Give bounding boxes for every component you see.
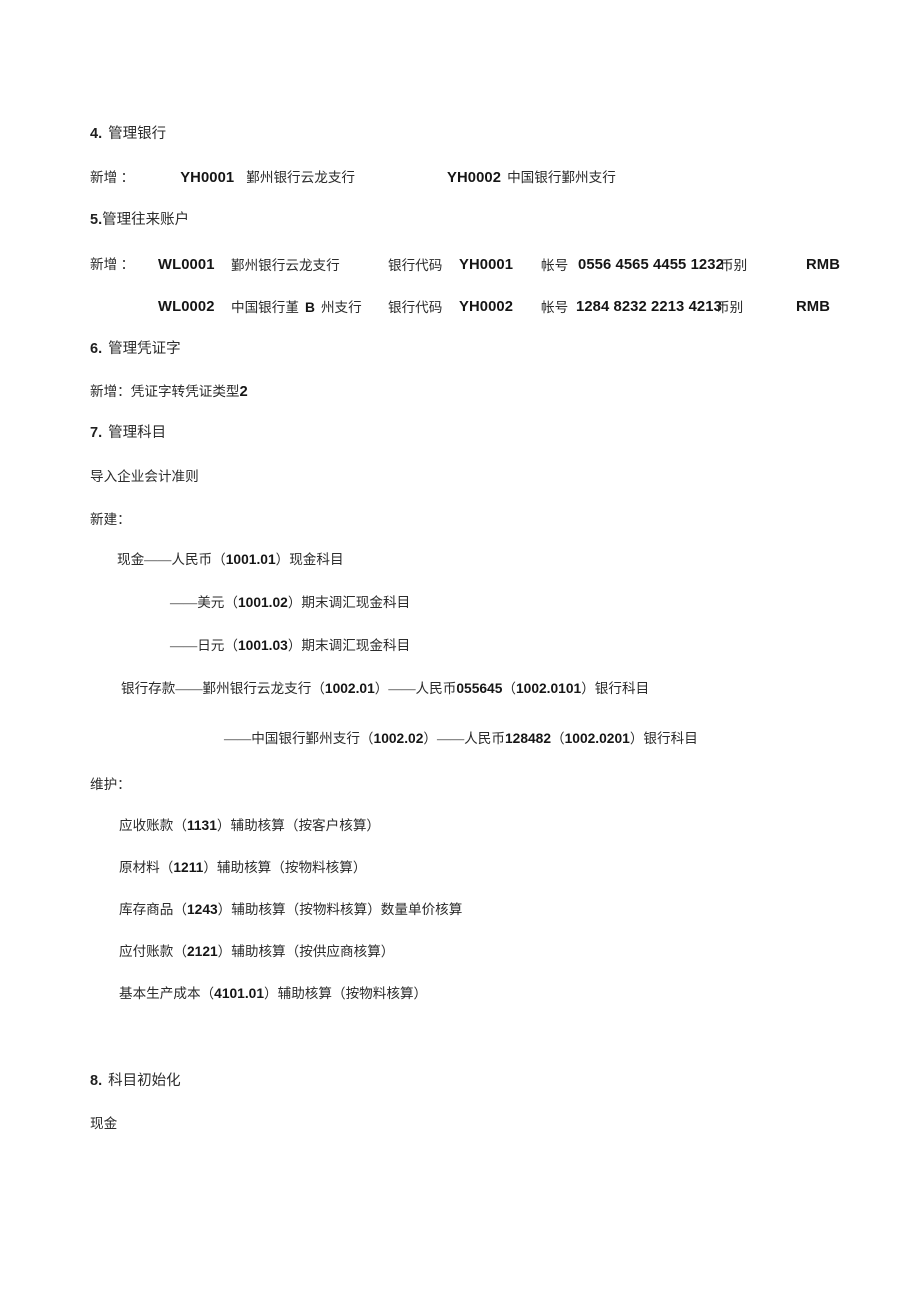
maintain-item: 库存商品（1243）辅助核算（按物料核算）数量单价核算 bbox=[119, 900, 462, 920]
account-1-bank-code: YH0001 bbox=[459, 257, 514, 273]
maintain-item-prefix: 应收账款（ bbox=[119, 818, 187, 833]
account-1-bank-code-label: 银行代码 bbox=[388, 258, 443, 273]
section-8-number: 8. bbox=[90, 1073, 103, 1089]
create-item-prefix: 现金——人民币（ bbox=[117, 552, 226, 567]
voucher-type-number: 2 bbox=[239, 384, 248, 400]
bank-2-code: YH0002 bbox=[447, 170, 502, 186]
create-item-prefix: ——日元（ bbox=[170, 638, 238, 653]
section-4-title: 管理银行 bbox=[108, 126, 167, 142]
section-4-heading: 4. 管理银行 bbox=[90, 124, 166, 144]
create-item-code: 1001.01 bbox=[225, 552, 276, 567]
section-8-line-1: 现金 bbox=[90, 1116, 118, 1131]
create-item-code: 1001.02 bbox=[237, 595, 288, 610]
maintain-item-suffix: ）辅助核算（按物料核算） bbox=[264, 986, 428, 1001]
maintain-item-suffix: ）辅助核算（按客户核算） bbox=[216, 818, 381, 833]
document-page: 4. 管理银行 新增 ： YH0001 鄞州银行云龙支行 YH0002 中国银行鄞州支行 … bbox=[0, 0, 920, 1303]
maintain-item: 原材料（1211）辅助核算（按物料核算） bbox=[119, 858, 366, 878]
maintain-item-prefix: 库存商品（ bbox=[119, 902, 187, 917]
bank-item-code: 1002.01 bbox=[324, 681, 375, 696]
account-1-currency-label: 币别 bbox=[720, 258, 748, 273]
create-item-prefix: ——美元（ bbox=[170, 595, 238, 610]
create-item: ——美元（1001.02）期末调汇现金科目 bbox=[170, 593, 410, 613]
bank-item-suffix: ）银行科目 bbox=[629, 731, 698, 746]
account-2-name-part-2: 州支行 bbox=[320, 300, 362, 315]
maintain-item: 应收账款（1131）辅助核算（按客户核算） bbox=[119, 816, 380, 836]
maintain-item: 基本生产成本（4101.01）辅助核算（按物料核算） bbox=[119, 984, 427, 1004]
bank-item-mid-2: （ bbox=[551, 731, 565, 746]
account-2-name-letter: B bbox=[304, 300, 315, 315]
account-1-account-label: 帐号 bbox=[541, 258, 569, 273]
bank-item-prefix: 银行存款——鄞州银行云龙支行（ bbox=[121, 681, 325, 696]
account-2-name: 中国银行堇 B 州支行 bbox=[231, 298, 362, 318]
section-5-number: 5. bbox=[90, 212, 103, 228]
account-1-name: 鄞州银行云龙支行 bbox=[231, 258, 340, 273]
bank-1-name: 鄞州银行云龙支行 bbox=[246, 170, 356, 185]
create-item-code: 1001.03 bbox=[237, 638, 288, 653]
maintain-label: 维护： bbox=[90, 777, 131, 792]
bank-item-account-number: 128482 bbox=[504, 731, 552, 746]
voucher-type-text: 新增：凭证字转凭证类型 bbox=[90, 384, 240, 399]
maintain-item-suffix: ）辅助核算（按供应商核算） bbox=[217, 944, 395, 959]
maintain-item-code: 1211 bbox=[173, 860, 204, 875]
bank-account-item: ——中国银行鄞州支行（1002.02）——人民币128482（1002.0201… bbox=[224, 729, 698, 749]
account-1-currency: RMB bbox=[806, 257, 840, 273]
section-4-row: 新增 ： YH0001 鄞州银行云龙支行 YH0002 中国银行鄞州支行 bbox=[90, 168, 616, 188]
maintain-item-code: 4101.01 bbox=[214, 986, 265, 1001]
maintain-item-prefix: 基本生产成本（ bbox=[119, 986, 215, 1001]
create-item: ——日元（1001.03）期末调汇现金科目 bbox=[170, 636, 410, 656]
bank-item-sub-code: 1002.0201 bbox=[564, 731, 630, 746]
account-1-code: WL0001 bbox=[158, 257, 215, 273]
account-2-name-part-1: 中国银行堇 bbox=[231, 300, 299, 315]
bank-item-account-number: 055645 bbox=[456, 681, 503, 696]
bank-1-code: YH0001 bbox=[180, 170, 235, 186]
section-7-number: 7. bbox=[90, 425, 103, 441]
maintain-item-code: 2121 bbox=[186, 944, 218, 959]
create-label: 新建： bbox=[90, 512, 131, 527]
account-row-1: 新增 ： bbox=[90, 255, 134, 275]
maintain-item-suffix: ）辅助核算（按物料核算） bbox=[203, 860, 367, 875]
bank-2-name: 中国银行鄞州支行 bbox=[507, 170, 616, 185]
bank-item-mid: ）——人民币 bbox=[374, 681, 457, 696]
bank-account-item: 银行存款——鄞州银行云龙支行（1002.01）——人民币055645（1002.… bbox=[121, 679, 649, 699]
account-2-bank-code: YH0002 bbox=[459, 299, 514, 315]
account-1-account-number: 0556 4565 4455 1232 bbox=[578, 257, 724, 273]
section-6-title: 管理凭证字 bbox=[108, 341, 181, 357]
bank-item-sub-code: 1002.0101 bbox=[515, 681, 582, 696]
section-6-number: 6. bbox=[90, 341, 103, 357]
import-standards-line: 导入企业会计准则 bbox=[90, 469, 199, 484]
maintain-item: 应付账款（2121）辅助核算（按供应商核算） bbox=[119, 942, 394, 962]
section-4-row-label: 新增 ： bbox=[90, 170, 135, 185]
maintain-item-prefix: 应付账款（ bbox=[119, 944, 187, 959]
bank-item-mid-2: （ bbox=[502, 681, 516, 696]
maintain-item-code: 1243 bbox=[186, 902, 218, 917]
create-item-suffix: ）现金科目 bbox=[275, 552, 344, 567]
section-5-title: 管理往来账户 bbox=[102, 212, 190, 228]
account-2-bank-code-label: 银行代码 bbox=[388, 300, 443, 315]
section-6-line: 新增：凭证字转凭证类型2 bbox=[90, 382, 248, 402]
maintain-item-code: 1131 bbox=[186, 818, 217, 833]
section-4-number: 4. bbox=[90, 126, 103, 142]
create-item: 现金——人民币（1001.01）现金科目 bbox=[117, 550, 344, 570]
bank-item-prefix: ——中国银行鄞州支行（ bbox=[224, 731, 374, 746]
bank-item-code: 1002.02 bbox=[373, 731, 424, 746]
maintain-item-prefix: 原材料（ bbox=[119, 860, 174, 875]
section-6-heading: 6. 管理凭证字 bbox=[90, 339, 181, 359]
section-8-heading: 8. 科目初始化 bbox=[90, 1071, 181, 1091]
account-2-account-label: 帐号 bbox=[541, 300, 569, 315]
section-8-title: 科目初始化 bbox=[108, 1073, 181, 1089]
create-item-suffix: ）期末调汇现金科目 bbox=[287, 638, 411, 653]
account-2-currency: RMB bbox=[796, 299, 830, 315]
account-2-currency-label: 币别 bbox=[716, 300, 744, 315]
bank-item-mid: ）——人民币 bbox=[423, 731, 505, 746]
account-2-account-number: 1284 8232 2213 4213 bbox=[576, 299, 722, 315]
create-item-suffix: ）期末调汇现金科目 bbox=[287, 595, 411, 610]
section-5-row-label: 新增 ： bbox=[90, 257, 135, 272]
section-7-title: 管理科目 bbox=[108, 425, 167, 441]
section-5-heading: 5.管理往来账户 bbox=[90, 210, 189, 230]
maintain-item-suffix: ）辅助核算（按物料核算）数量单价核算 bbox=[217, 902, 463, 917]
bank-item-suffix: ）银行科目 bbox=[581, 681, 650, 696]
account-2-code: WL0002 bbox=[158, 299, 215, 315]
section-7-heading: 7. 管理科目 bbox=[90, 423, 166, 443]
